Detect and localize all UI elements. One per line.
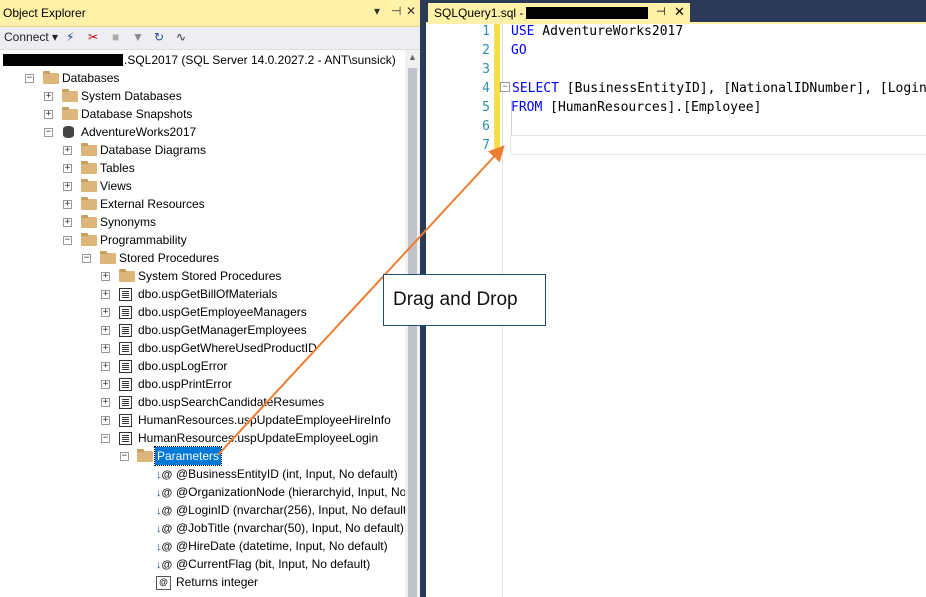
callout-label: Drag and Drop	[393, 289, 518, 310]
drag-and-drop-callout: Drag and Drop	[383, 274, 546, 326]
